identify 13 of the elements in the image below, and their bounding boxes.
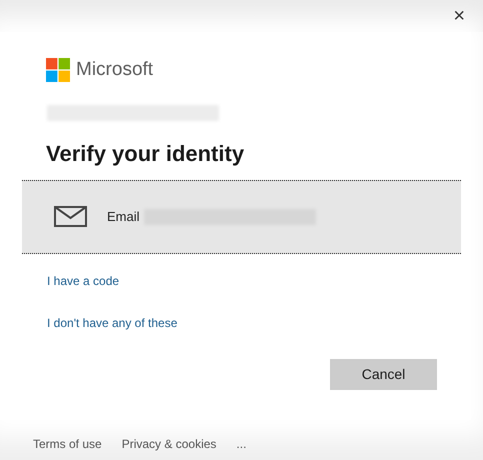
option-link[interactable]: I don't have any of these <box>47 314 178 332</box>
close-button[interactable]: × <box>449 6 469 26</box>
option-link[interactable]: I have a code <box>47 272 120 290</box>
page-heading: Verify your identity <box>46 140 246 168</box>
envelope-icon <box>54 206 87 227</box>
email-option[interactable]: Email <box>22 180 461 254</box>
footer-link[interactable]: Privacy & cookies <box>122 435 216 453</box>
footer-link[interactable]: Terms of use <box>33 435 102 453</box>
logo-icon <box>46 58 70 82</box>
brand-name: Microsoft <box>76 58 154 82</box>
option-label: Email <box>107 208 140 226</box>
footer-link[interactable]: ... <box>236 435 246 453</box>
cancel-button[interactable]: Cancel <box>330 358 437 390</box>
